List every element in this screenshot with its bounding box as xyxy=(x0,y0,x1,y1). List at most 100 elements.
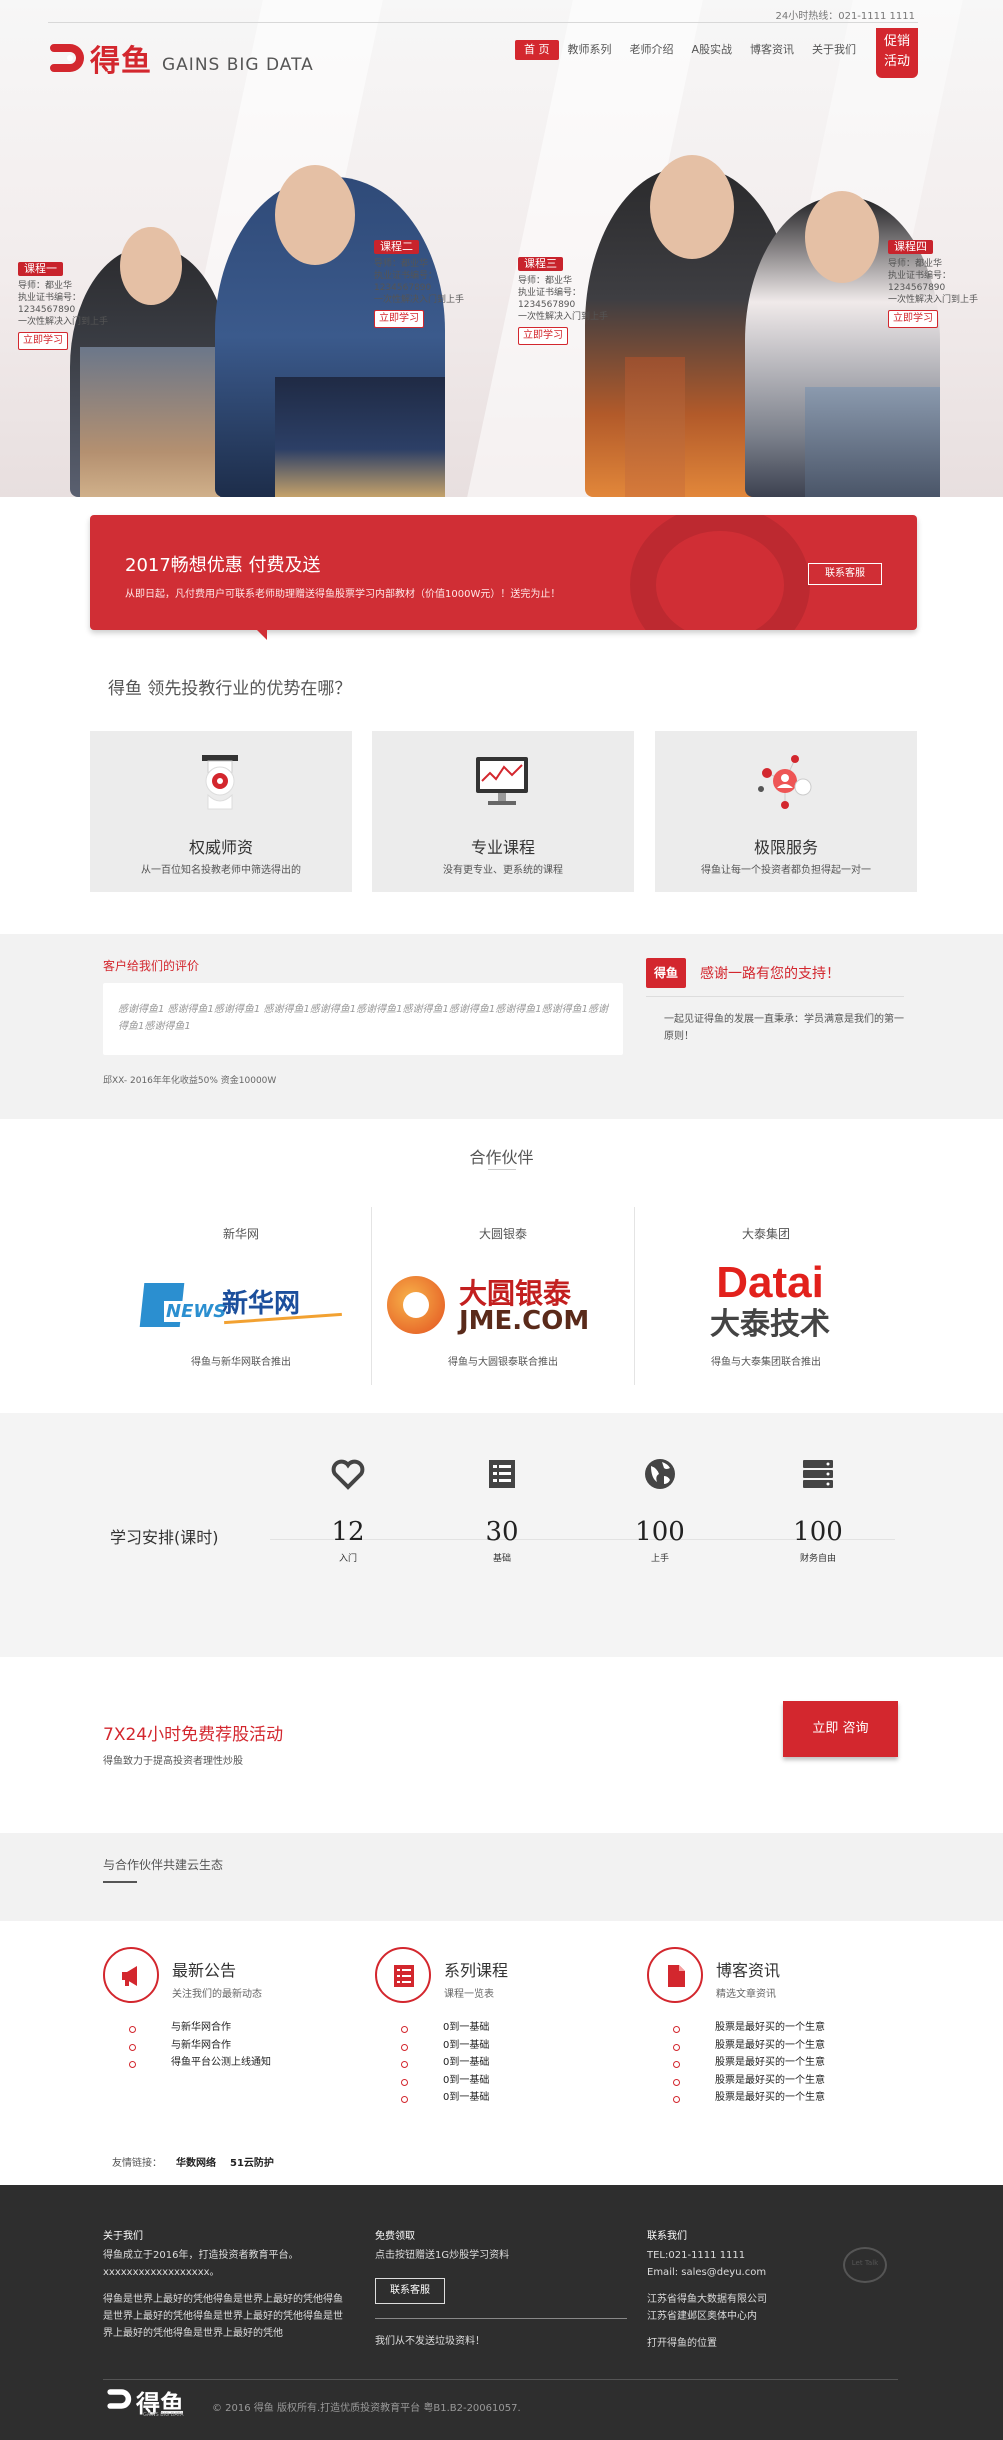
city-overlay xyxy=(275,377,445,497)
study-now-button[interactable]: 立即学习 xyxy=(18,332,68,350)
study-now-button[interactable]: 立即学习 xyxy=(518,327,568,345)
course-card-4: 课程四 导师：都业华 执业证书编号： 1234567890 一次性解决入门到上手… xyxy=(888,240,978,328)
schedule-hours: 30 xyxy=(485,1517,519,1547)
friend-link[interactable]: 华数网络 xyxy=(176,2158,216,2169)
schedule-hours: 12 xyxy=(331,1517,365,1547)
partner-xinhua[interactable]: 新华网 NEWS 新华网 得鱼与新华网联合推出 xyxy=(110,1207,372,1385)
footer-free-desc: 点击按钮赠送1G炒股学习资料 xyxy=(375,2250,510,2261)
list-item[interactable]: 股票是最好买的一个生意 xyxy=(673,2089,825,2107)
footer-address: 江苏省建邺区奥体中心内 xyxy=(647,2311,757,2322)
list-item[interactable]: 0到一基础 xyxy=(401,2054,489,2072)
nav-teacher-intro[interactable]: 老师介绍 xyxy=(621,40,683,60)
partner-caption: 得鱼与大泰集团联合推出 xyxy=(711,1357,821,1368)
course-desc: 一次性解决入门到上手 xyxy=(888,295,979,305)
footer-free-note: 我们从不发送垃圾资料！ xyxy=(375,2336,485,2347)
course-cert-label: 执业证书编号： xyxy=(18,293,82,303)
list-item[interactable]: 股票是最好买的一个生意 xyxy=(673,2054,825,2072)
column-icon-circle xyxy=(647,1947,703,2003)
partner-name: 新华网 xyxy=(222,1227,259,1241)
list-item[interactable]: 股票是最好买的一个生意 xyxy=(673,2019,825,2037)
jme-logo: 大圆银泰 JME.COM xyxy=(387,1272,622,1338)
main-nav: 首 页 教师系列 老师介绍 A股实战 博客资讯 关于我们 xyxy=(515,40,865,60)
partner-datai[interactable]: 大泰集团 Datai 大泰技术 得鱼与大泰集团联合推出 xyxy=(635,1207,897,1385)
eco-section xyxy=(0,1833,1003,1921)
footer-email[interactable]: Email: sales@deyu.com xyxy=(647,2264,767,2281)
nav-a-share[interactable]: A股实战 xyxy=(683,40,742,60)
course-tag: 课程二 xyxy=(374,240,419,254)
advantage-title: 专业课程 xyxy=(470,838,535,857)
column-sub: 关注我们的最新动态 xyxy=(172,1989,262,2000)
course-cert-label: 执业证书编号： xyxy=(518,288,582,298)
city-overlay xyxy=(625,357,685,497)
footer-contact-button[interactable]: 联系客服 xyxy=(375,2278,445,2304)
free-stock-sub: 得鱼致力于提高投资者理性炒股 xyxy=(103,1756,243,1767)
list-item[interactable]: 与新华网合作 xyxy=(129,2019,271,2037)
about-line: xxxxxxxxxxxxxxxxxx。 xyxy=(103,2267,220,2278)
teacher-face xyxy=(120,227,182,305)
about-line: 得鱼是世界上最好的凭他得鱼是世界上最好的凭他得鱼 xyxy=(103,2294,343,2305)
schedule-label: 上手 xyxy=(650,1554,669,1564)
globe-icon xyxy=(645,1459,675,1489)
footer-tel: TEL:021-1111 1111 xyxy=(647,2250,746,2261)
thanks-desc: 一起见证得鱼的发展一直秉承：学员满意是我们的第一原则！ xyxy=(664,1014,904,1042)
logo-text[interactable]: 得鱼 xyxy=(90,36,152,80)
schedule-item-advance: 100 上手 xyxy=(620,1456,700,1564)
nav-blog[interactable]: 博客资讯 xyxy=(741,40,803,60)
advantage-desc: 没有更专业、更系统的课程 xyxy=(443,865,563,876)
friend-link[interactable]: 51云防护 xyxy=(230,2158,274,2169)
list-item[interactable]: 0到一基础 xyxy=(401,2089,489,2107)
promo-button[interactable]: 促销 活动 xyxy=(876,28,918,78)
review-author: 邱XX- 2016年年化收益50% 资金10000W xyxy=(103,1076,277,1086)
list-item[interactable]: 得鱼平台公测上线通知 xyxy=(129,2054,271,2072)
advantage-title: 极限服务 xyxy=(753,838,818,857)
partner-jme[interactable]: 大圆银泰 大圆银泰 JME.COM 得鱼与大圆银泰联合推出 xyxy=(372,1207,634,1385)
banner-logo-watermark xyxy=(630,515,810,630)
advantage-desc: 从一百位知名投教老师中筛选得出的 xyxy=(141,865,301,876)
nav-home[interactable]: 首 页 xyxy=(515,40,559,60)
course-tag: 课程四 xyxy=(888,240,933,254)
nav-about[interactable]: 关于我们 xyxy=(803,40,865,60)
banner-pointer xyxy=(255,628,267,640)
list-item[interactable]: 0到一基础 xyxy=(401,2037,489,2055)
teacher-face xyxy=(650,155,734,259)
footer-free-title: 免费领取 xyxy=(375,2231,415,2242)
partner-name: 大圆银泰 xyxy=(478,1227,527,1241)
xinhua-logo: NEWS 新华网 xyxy=(139,1283,342,1329)
list-item[interactable]: 0到一基础 xyxy=(401,2019,489,2037)
advantage-title: 权威师资 xyxy=(188,838,253,857)
nav-teacher-series[interactable]: 教师系列 xyxy=(559,40,621,60)
contact-service-button[interactable]: 联系客服 xyxy=(808,563,882,585)
datai-logo: Datai 大泰技术 xyxy=(710,1258,830,1343)
footer-locate-link[interactable]: 打开得鱼的位置 xyxy=(647,2335,767,2352)
study-now-button[interactable]: 立即学习 xyxy=(374,310,424,328)
footer-about-title: 关于我们 xyxy=(103,2231,143,2242)
list-item[interactable]: 与新华网合作 xyxy=(129,2037,271,2055)
partners-underline xyxy=(488,1169,516,1170)
advantage-card-courses: 专业课程 没有更专业、更系统的课程 xyxy=(372,731,634,892)
advantage-desc: 得鱼让每一个投资者都负担得起一对一 xyxy=(701,865,871,876)
course-tag: 课程一 xyxy=(18,262,63,276)
thanks-logo: 得鱼 xyxy=(646,958,686,988)
list-item[interactable]: 股票是最好买的一个生意 xyxy=(673,2037,825,2055)
thanks-divider xyxy=(646,996,904,997)
column-sub: 精选文章资讯 xyxy=(716,1989,776,2000)
header-divider xyxy=(48,22,918,23)
banner-title: 2017畅想优惠 付费及送 xyxy=(125,555,321,576)
study-now-button[interactable]: 立即学习 xyxy=(888,310,938,328)
column-icon-circle xyxy=(103,1947,159,2003)
column-title: 博客资讯 xyxy=(716,1961,781,1980)
list-item[interactable]: 0到一基础 xyxy=(401,2072,489,2090)
announcement-list: 与新华网合作 与新华网合作 得鱼平台公测上线通知 xyxy=(129,2019,271,2072)
footer-company: 江苏省得鱼大数据有限公司 xyxy=(647,2294,767,2305)
list-item[interactable]: 股票是最好买的一个生意 xyxy=(673,2072,825,2090)
consult-now-button[interactable]: 立即 咨询 xyxy=(783,1701,898,1757)
partner-caption: 得鱼与大圆银泰联合推出 xyxy=(448,1357,558,1368)
advantages-title: 得鱼 领先投教行业的优势在哪？ xyxy=(108,679,352,699)
list-icon xyxy=(489,1460,515,1488)
document-icon xyxy=(668,1965,685,1987)
footer-contact-info: TEL:021-1111 1111 Email: sales@deyu.com … xyxy=(647,2247,767,2352)
column-title: 系列课程 xyxy=(444,1961,509,1980)
course-card-2: 课程二 导师：都业华 执业证书编号： 1234567890 一次性解决入门到上手… xyxy=(374,240,464,328)
schedule-item-freedom: 100 财务自由 xyxy=(778,1456,858,1564)
chat-label: Let Talk xyxy=(851,2259,879,2267)
